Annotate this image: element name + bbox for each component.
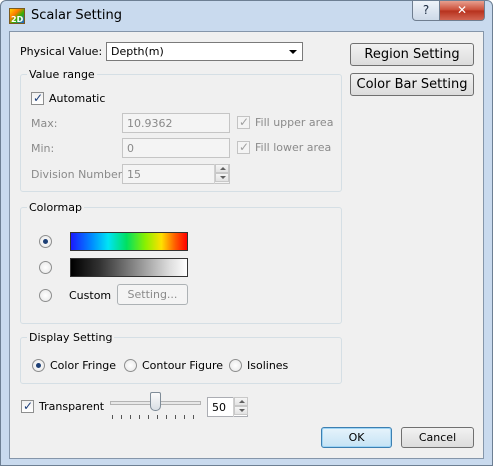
min-label: Min:	[31, 142, 55, 155]
automatic-label: Automatic	[49, 92, 106, 105]
slider-tick	[130, 415, 131, 419]
fill-upper-checkbox[interactable]: ✓	[237, 115, 250, 129]
radio-selected-dot	[36, 363, 41, 368]
slider-tick	[157, 415, 158, 419]
spin-up-icon[interactable]	[234, 397, 248, 406]
contour-figure-radio[interactable]	[124, 359, 137, 372]
max-input[interactable]: 10.9362	[122, 113, 230, 133]
fill-lower-label: Fill lower area	[255, 141, 332, 154]
color-fringe-radio[interactable]	[32, 359, 45, 372]
check-icon: ✓	[32, 91, 44, 105]
help-button[interactable]: ?	[412, 1, 440, 21]
transparent-label: Transparent	[39, 400, 105, 413]
division-number-spinner[interactable]	[214, 164, 229, 184]
rainbow-colorbar[interactable]	[70, 232, 188, 251]
grayscale-colorbar[interactable]	[70, 258, 188, 277]
physical-value-select[interactable]: Depth(m)	[106, 42, 303, 61]
slider-tick	[193, 415, 194, 419]
spin-up-icon[interactable]	[215, 164, 229, 173]
spin-down-icon[interactable]	[234, 406, 248, 415]
isolines-label: Isolines	[247, 359, 289, 372]
value-range-title: Value range	[27, 68, 97, 81]
slider-tick	[166, 415, 167, 419]
color-bar-setting-button[interactable]: Color Bar Setting	[350, 73, 474, 96]
slider-tick	[148, 415, 149, 419]
colormap-custom-label: Custom	[69, 289, 112, 302]
division-number-label: Division Number:	[31, 168, 126, 181]
colormap-custom-radio[interactable]	[39, 289, 52, 302]
region-setting-button[interactable]: Region Setting	[350, 43, 474, 66]
radio-selected-dot	[43, 239, 48, 244]
slider-tick	[184, 415, 185, 419]
cancel-button[interactable]: Cancel	[401, 427, 474, 448]
slider-tick	[112, 415, 113, 419]
window-title: Scalar Setting	[31, 8, 122, 23]
color-fringe-label: Color Fringe	[50, 359, 117, 372]
chevron-down-icon	[289, 50, 297, 54]
slider-tick	[121, 415, 122, 419]
app-icon: 2D	[9, 8, 25, 24]
dialog-client-area: Physical Value: Depth(m) Region Setting …	[9, 31, 484, 459]
custom-setting-button[interactable]: Setting...	[117, 284, 188, 305]
automatic-checkbox[interactable]: ✓	[31, 91, 44, 105]
display-setting-title: Display Setting	[27, 331, 115, 344]
dialog-window: 2D Scalar Setting ? ✕ Physical Value: De…	[0, 0, 493, 466]
check-icon: ✓	[238, 115, 250, 129]
colormap-rainbow-radio[interactable]	[39, 235, 52, 248]
slider-tick	[175, 415, 176, 419]
colormap-grayscale-radio[interactable]	[39, 261, 52, 274]
physical-value-label: Physical Value:	[20, 45, 103, 58]
contour-figure-label: Contour Figure	[142, 359, 224, 372]
colormap-title: Colormap	[27, 201, 84, 214]
max-label: Max:	[31, 117, 58, 130]
isolines-radio[interactable]	[229, 359, 242, 372]
check-icon: ✓	[22, 399, 34, 413]
check-icon: ✓	[238, 140, 250, 154]
physical-value-selected: Depth(m)	[111, 45, 164, 58]
fill-lower-checkbox[interactable]: ✓	[237, 140, 250, 154]
ok-button[interactable]: OK	[321, 427, 392, 448]
min-input[interactable]: 0	[122, 138, 230, 158]
fill-upper-label: Fill upper area	[255, 116, 334, 129]
transparency-spinner[interactable]	[233, 397, 248, 417]
transparency-slider-thumb[interactable]	[150, 392, 161, 411]
spin-down-icon[interactable]	[215, 173, 229, 182]
titlebar[interactable]: 2D Scalar Setting ? ✕	[1, 1, 492, 31]
close-button[interactable]: ✕	[439, 1, 485, 21]
transparent-checkbox[interactable]: ✓	[21, 399, 34, 413]
slider-tick	[139, 415, 140, 419]
